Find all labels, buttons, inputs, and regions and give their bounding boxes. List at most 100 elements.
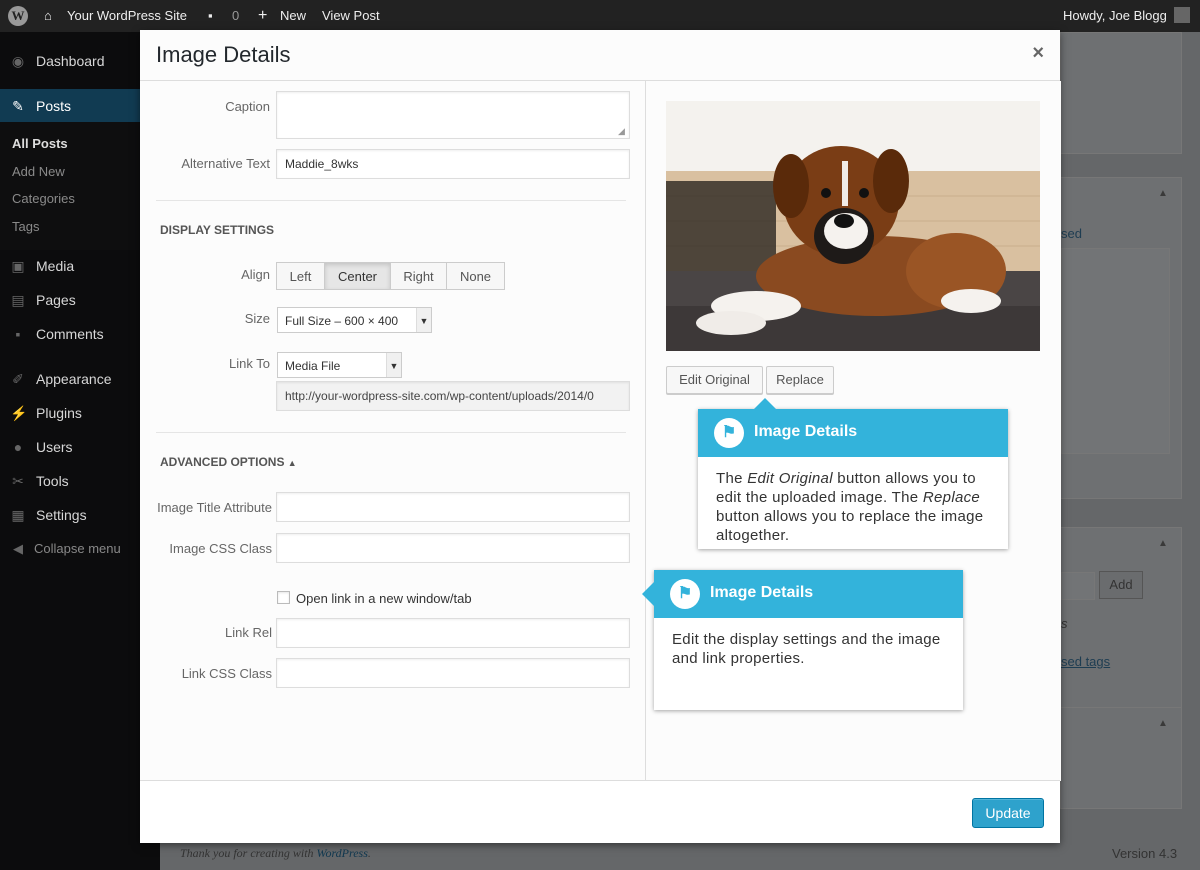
flag-icon: ⚑ (714, 418, 744, 448)
footer-version: Version 4.3 (1112, 846, 1178, 861)
callout-edit-original: ⚑ Image Details The Edit Original button… (698, 398, 1008, 549)
view-post-link[interactable]: View Post (322, 0, 380, 32)
caption-textarea[interactable] (276, 91, 630, 139)
wordpress-link: WordPress (316, 846, 368, 860)
bg-input (1061, 572, 1095, 600)
align-center-button[interactable]: Center (324, 262, 391, 290)
align-right-button[interactable]: Right (390, 262, 447, 290)
callout-header: ⚑ Image Details (654, 570, 963, 618)
alt-text-input[interactable]: Maddie_8wks (276, 149, 630, 179)
submenu-all-posts[interactable]: All Posts (12, 136, 68, 151)
link-rel-label: Link Rel (225, 625, 272, 640)
comments-icon: ▪ (15, 326, 21, 342)
link-css-class-input[interactable] (276, 658, 630, 688)
howdy-user[interactable]: Howdy, Joe Blogg (1063, 0, 1167, 32)
pages-icon: ▤ (11, 292, 25, 308)
new-window-checkbox[interactable] (277, 591, 290, 604)
submenu-add-new[interactable]: Add New (12, 164, 65, 179)
submenu-categories[interactable]: Categories (12, 191, 75, 206)
callout-pointer (642, 582, 654, 606)
modal-header: Image Details × (140, 30, 1060, 81)
callout-title: Image Details (710, 584, 814, 601)
tools-icon: ✂ (12, 473, 24, 489)
users-icon: ● (13, 439, 23, 455)
new-link[interactable]: New (280, 0, 306, 32)
footer-thanks: Thank you for creating with WordPress. (180, 846, 371, 860)
sidebar-item-settings[interactable]: ▦ Settings (0, 498, 160, 532)
image-title-attribute-input[interactable] (276, 492, 630, 522)
sidebar-item-tools[interactable]: ✂ Tools (0, 464, 160, 498)
modal-title: Image Details (156, 42, 291, 67)
chevron-down-icon: ▼ (416, 308, 431, 332)
flag-icon: ⚑ (670, 579, 700, 609)
caret-up-icon: ▲ (1158, 538, 1168, 549)
link-rel-input[interactable] (276, 618, 630, 648)
link-url-input[interactable]: http://your-wordpress-site.com/wp-conten… (276, 381, 630, 411)
bg-text: s (1061, 616, 1068, 631)
media-icon: ▣ (11, 258, 25, 274)
sidebar-item-pages[interactable]: ▤ Pages (0, 283, 160, 317)
site-name-link[interactable]: Your WordPress Site (67, 0, 187, 32)
align-none-button[interactable]: None (446, 262, 505, 290)
replace-button[interactable]: Replace (766, 366, 834, 394)
link-to-label: Link To (229, 356, 270, 371)
wordpress-logo-icon[interactable]: W (8, 6, 28, 26)
modal-toolbar: Update (140, 780, 1060, 843)
divider (156, 200, 626, 201)
callout-body: The Edit Original button allows you to e… (716, 470, 984, 544)
caret-up-icon: ▲ (1158, 718, 1168, 729)
submenu-tags[interactable]: Tags (12, 219, 39, 234)
home-icon[interactable]: ⌂ (44, 0, 52, 32)
callout-header: ⚑ Image Details (698, 409, 1008, 457)
admin-bar: W ⌂ Your WordPress Site ▪ 0 + New View P… (0, 0, 1200, 32)
image-title-attribute-label: Image Title Attribute (157, 500, 272, 515)
sidebar-item-appearance[interactable]: ✐ Appearance (0, 362, 160, 396)
edit-original-button[interactable]: Edit Original (666, 366, 763, 394)
posts-submenu: All Posts Add New Categories Tags (0, 122, 160, 250)
bg-panel: ▲ sed (1060, 177, 1182, 499)
size-select[interactable]: Full Size – 600 × 400 ▼ (277, 307, 432, 333)
plus-icon[interactable]: + (258, 0, 267, 32)
appearance-icon: ✐ (12, 371, 24, 387)
sidebar-item-plugins[interactable]: ⚡ Plugins (0, 396, 160, 430)
advanced-options-toggle[interactable]: ADVANCED OPTIONS ▲ (160, 455, 297, 469)
pin-icon: ✎ (12, 98, 24, 114)
comments-icon[interactable]: ▪ (208, 0, 213, 32)
puppy-photo-image (666, 101, 1040, 351)
image-css-class-label: Image CSS Class (169, 541, 272, 556)
alt-text-label: Alternative Text (181, 156, 270, 171)
link-to-select[interactable]: Media File ▼ (277, 352, 402, 378)
sidebar-collapse-menu[interactable]: ◀ Collapse menu (0, 532, 160, 566)
image-css-class-input[interactable] (276, 533, 630, 563)
callout-display-settings: ⚑ Image Details Edit the display setting… (642, 570, 963, 710)
update-button[interactable]: Update (972, 798, 1044, 828)
bg-textarea (1061, 248, 1170, 454)
sidebar-item-posts[interactable]: ✎ Posts (0, 89, 160, 123)
comments-count[interactable]: 0 (232, 0, 239, 32)
sidebar-item-dashboard[interactable]: ◉ Dashboard (0, 44, 160, 78)
align-button-group: Left Center Right None (276, 262, 505, 290)
sidebar-item-users[interactable]: ● Users (0, 430, 160, 464)
callout-body: Edit the display settings and the image … (672, 631, 941, 667)
align-label: Align (241, 267, 270, 282)
dashboard-icon: ◉ (11, 53, 25, 69)
close-icon[interactable]: × (1032, 42, 1044, 65)
callout-pointer (754, 398, 776, 409)
image-settings-panel: Caption ◢ Alternative Text Maddie_8wks D… (140, 81, 645, 781)
align-left-button[interactable]: Left (276, 262, 325, 290)
sidebar-item-comments[interactable]: ▪ Comments (0, 317, 160, 351)
sidebar-item-media[interactable]: ▣ Media (0, 249, 160, 283)
caret-up-icon: ▲ (287, 458, 297, 468)
size-select-value: Full Size – 600 × 400 (285, 314, 399, 328)
chevron-down-icon: ▼ (386, 353, 401, 377)
link-css-class-label: Link CSS Class (181, 666, 272, 681)
resize-handle-icon[interactable]: ◢ (618, 126, 625, 137)
new-window-label[interactable]: Open link in a new window/tab (296, 591, 472, 606)
settings-icon: ▦ (11, 507, 25, 523)
bg-link: sed tags (1061, 654, 1111, 669)
avatar[interactable] (1174, 7, 1190, 23)
bg-link: sed (1061, 226, 1082, 241)
plugins-icon: ⚡ (10, 405, 28, 421)
size-label: Size (244, 311, 270, 326)
bg-panel (1060, 32, 1182, 154)
